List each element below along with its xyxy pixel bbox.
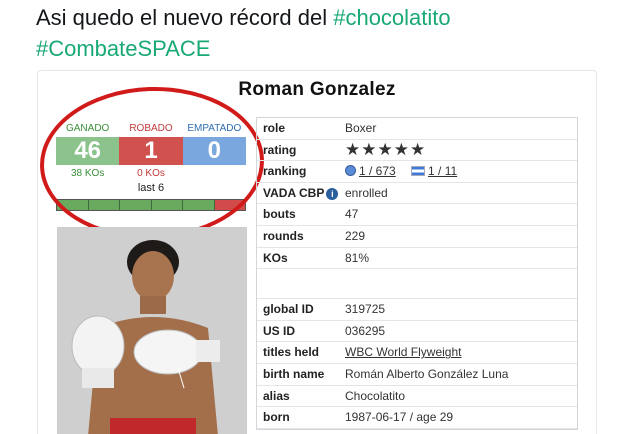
ranking-country[interactable]: 1 / 11 — [428, 164, 457, 178]
role-label: role — [263, 121, 286, 135]
ranking-world[interactable]: 1 / 673 — [359, 164, 396, 178]
bouts-value: 47 — [345, 207, 359, 222]
boxer-card-image[interactable]: Roman Gonzalez GANADO ROBADO EMPATADO 46… — [37, 70, 597, 434]
bouts-label: bouts — [263, 207, 296, 222]
birth-name-value: Román Alberto González Luna — [345, 366, 509, 381]
row-vada: VADA CBP i enrolled — [257, 183, 577, 205]
alias-value: Chocolatito — [345, 388, 406, 403]
born-label: born — [263, 410, 290, 425]
info-icon[interactable]: i — [326, 187, 339, 200]
titles-label: titles held — [263, 345, 320, 360]
birth-name-label: birth name — [263, 366, 325, 381]
flag-icon — [411, 166, 426, 177]
rating-label: rating — [263, 142, 297, 157]
row-us-id: US ID 036295 — [257, 321, 577, 343]
us-id-label: US ID — [263, 323, 296, 338]
row-alias: alias Chocolatito — [257, 386, 577, 408]
row-birth-name: birth name Román Alberto González Luna — [257, 364, 577, 386]
titles-value[interactable]: WBC World Flyweight — [339, 342, 577, 363]
kos-label: KOs — [263, 250, 288, 265]
vada-label-text: VADA CBP — [263, 185, 325, 200]
row-rounds: rounds 229 — [257, 226, 577, 248]
row-born: born 1987-06-17 / age 29 — [257, 407, 577, 429]
red-annotation-circle — [38, 83, 267, 243]
info-table: role Boxer rating ★★★★★ ranking 1 / 673 … — [256, 117, 578, 430]
role-value: Boxer — [345, 121, 377, 135]
row-role: role Boxer — [257, 118, 577, 140]
row-rating: rating ★★★★★ — [257, 140, 577, 162]
hashtag-combatespace[interactable]: #CombateSPACE — [36, 36, 210, 61]
born-value: 1987-06-17 / age 29 — [345, 410, 454, 425]
row-ranking: ranking 1 / 673 1 / 11 — [257, 161, 577, 183]
kos-value: 81% — [345, 250, 370, 265]
tweet-text: Asi quedo el nuevo récord del #chocolati… — [36, 2, 626, 64]
row-global-id: global ID 319725 — [257, 299, 577, 321]
ranking-value: 1 / 673 1 / 11 — [339, 161, 577, 182]
global-id-value: 319725 — [345, 302, 386, 317]
globe-icon — [345, 165, 356, 177]
rating-stars: ★★★★★ — [345, 139, 427, 159]
row-spacer — [257, 269, 577, 300]
row-bouts: bouts 47 — [257, 204, 577, 226]
vada-label: VADA CBP i — [257, 183, 339, 204]
boxer-photo — [57, 227, 247, 434]
row-titles: titles held WBC World Flyweight — [257, 342, 577, 364]
alias-label: alias — [263, 388, 290, 403]
ranking-label: ranking — [263, 164, 307, 179]
global-id-label: global ID — [263, 302, 314, 317]
hashtag-chocolatito[interactable]: #chocolatito — [333, 5, 450, 30]
rounds-label: rounds — [263, 228, 304, 243]
us-id-value: 036295 — [345, 323, 386, 338]
tweet-body: Asi quedo el nuevo récord del — [36, 5, 328, 30]
vada-value: enrolled — [345, 185, 388, 200]
row-kos: KOs 81% — [257, 248, 577, 270]
rounds-value: 229 — [345, 228, 366, 243]
